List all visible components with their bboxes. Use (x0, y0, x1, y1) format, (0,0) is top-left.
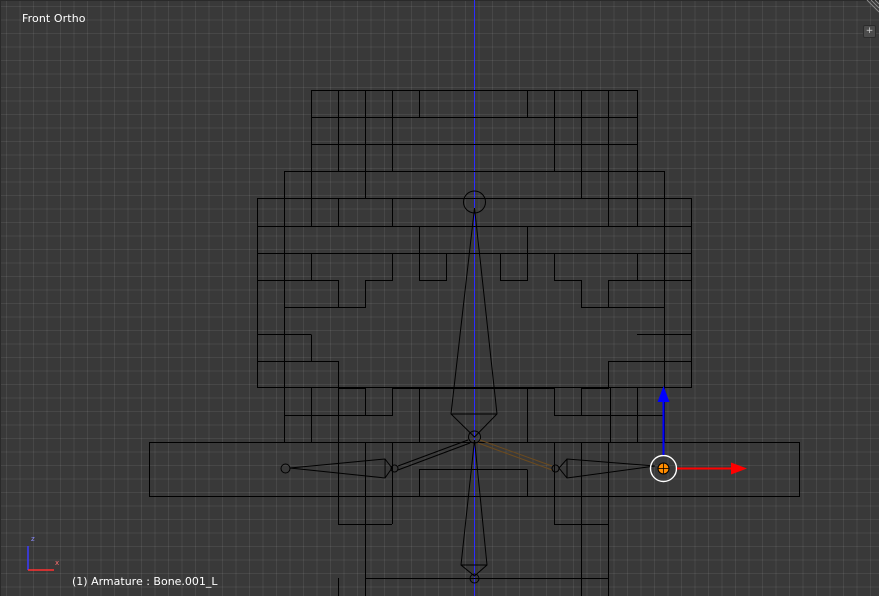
axis-z-label: z (31, 535, 35, 543)
axis-gizmo-icon (27, 546, 54, 571)
translate-manipulator-icon[interactable] (657, 386, 748, 475)
split-corner-icon[interactable] (865, 0, 879, 14)
bone-arm-r (280, 439, 471, 479)
axis-gizmo: z x (22, 532, 66, 576)
active-bone-tail[interactable] (649, 454, 678, 483)
3d-viewport[interactable]: Front Ortho + z x (1) Armature : Bone.00… (0, 0, 879, 596)
view-label: Front Ortho (22, 12, 86, 25)
scene-wireframe[interactable] (0, 0, 879, 596)
object-info: (1) Armature : Bone.001_L (72, 575, 218, 588)
bone-arm-l (477, 439, 656, 479)
axis-x-label: x (55, 559, 60, 567)
plus-icon[interactable]: + (863, 25, 876, 38)
